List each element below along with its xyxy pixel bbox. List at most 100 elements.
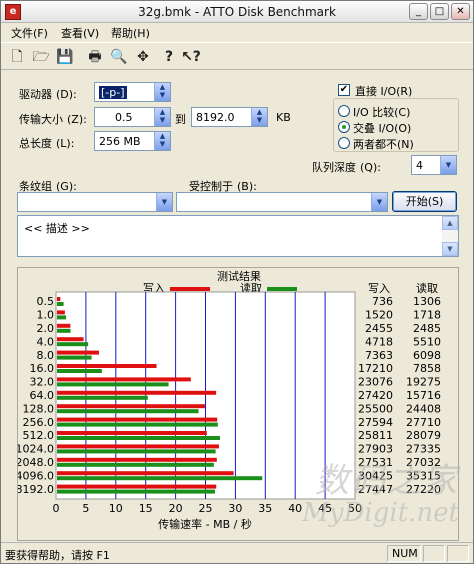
scroll-up-icon[interactable]: ▲ <box>442 216 458 230</box>
read-bar <box>57 328 71 333</box>
drive-label: 驱动器 (D): <box>19 88 77 101</box>
write-value-label: 736 <box>372 295 393 308</box>
x-tick-label: 5 <box>82 502 89 515</box>
y-tick-label: 4.0 <box>37 335 55 348</box>
y-tick-label: 8.0 <box>37 349 55 362</box>
chevron-down-icon[interactable]: ▼ <box>440 156 456 174</box>
toolbar: 🗋 🗁 💾 🖶 🔍 ✥ ? ↖? <box>1 42 473 70</box>
write-value-label: 25500 <box>358 402 393 415</box>
status-cell-2 <box>423 545 445 562</box>
window-title: 32g.bmk - ATTO Disk Benchmark <box>138 5 336 19</box>
write-value-label: 17210 <box>358 362 393 375</box>
write-value-label: 27420 <box>358 389 393 402</box>
transfer-to-value: 8192.0 <box>196 111 235 124</box>
chevron-down-icon[interactable]: ▼ <box>156 193 172 211</box>
x-tick-label: 40 <box>288 502 302 515</box>
transfer-from-select[interactable]: 0.5 ▲ ▼ <box>94 107 171 127</box>
direct-io-checkbox[interactable]: ✔ <box>338 84 350 96</box>
stripe-group-select[interactable]: ▼ <box>17 192 173 212</box>
read-bar <box>57 302 64 306</box>
menu-file[interactable]: 文件(F) <box>11 25 48 41</box>
read-value-label: 2485 <box>413 322 441 335</box>
read-bar <box>57 476 263 481</box>
write-value-label: 1520 <box>365 309 393 322</box>
y-tick-label: 128.0 <box>23 402 55 415</box>
context-help-icon[interactable]: ↖? <box>181 47 201 67</box>
radio-overlapped-io[interactable] <box>338 121 350 133</box>
new-icon[interactable]: 🗋 <box>7 47 27 67</box>
x-tick-label: 10 <box>109 502 123 515</box>
maximize-icon[interactable]: □ <box>430 3 449 20</box>
total-length-select[interactable]: 256 MB ▲ ▼ <box>94 131 171 151</box>
description-textarea[interactable]: << 描述 >> ▲ ▼ <box>17 215 459 257</box>
print-preview-icon[interactable]: 🔍 <box>109 47 129 67</box>
read-value-label: 27335 <box>406 443 441 456</box>
description-text: << 描述 >> <box>24 222 90 235</box>
y-tick-label: 8192.0 <box>18 483 54 496</box>
read-value-label: 1718 <box>413 309 441 322</box>
save-icon[interactable]: 💾 <box>55 47 75 67</box>
write-bar <box>57 444 219 449</box>
direct-io-label: 直接 I/O(R) <box>355 85 413 98</box>
move-icon[interactable]: ✥ <box>133 47 153 67</box>
scroll-down-icon[interactable]: ▼ <box>442 242 458 256</box>
x-tick-label: 30 <box>228 502 242 515</box>
y-tick-label: 2048.0 <box>18 456 54 469</box>
write-value-label: 27903 <box>358 443 393 456</box>
description-scrollbar[interactable]: ▲ ▼ <box>442 216 458 256</box>
total-length-value: 256 MB <box>99 135 141 148</box>
spin-icon[interactable]: ▲ ▼ <box>154 108 170 126</box>
write-value-label: 4718 <box>365 335 393 348</box>
write-bar <box>57 484 217 489</box>
radio-neither[interactable] <box>338 137 350 149</box>
y-tick-label: 0.5 <box>37 295 55 308</box>
to-label: 到 <box>175 113 186 126</box>
write-bar <box>57 417 218 422</box>
drive-value: [-p-] <box>99 86 127 99</box>
write-bar <box>57 431 207 435</box>
y-tick-label: 32.0 <box>30 376 55 389</box>
minimize-icon[interactable]: _ <box>409 3 428 20</box>
controlled-by-select[interactable]: ▼ <box>176 192 388 212</box>
read-value-label: 28079 <box>406 429 441 442</box>
menu-help[interactable]: 帮助(H) <box>111 25 150 41</box>
chevron-down-icon[interactable]: ▼ <box>371 193 387 211</box>
read-value-label: 19275 <box>406 376 441 389</box>
x-tick-label: 15 <box>139 502 153 515</box>
drive-select[interactable]: [-p-] ▲ ▼ <box>94 82 171 102</box>
read-value-label: 5510 <box>413 335 441 348</box>
read-value-label: 15716 <box>406 389 441 402</box>
open-icon[interactable]: 🗁 <box>31 47 51 67</box>
y-tick-label: 16.0 <box>30 362 55 375</box>
close-icon[interactable]: ✕ <box>451 3 470 20</box>
y-tick-label: 4096.0 <box>18 469 54 482</box>
read-bar <box>57 422 218 427</box>
spin-icon[interactable]: ▲ ▼ <box>154 132 170 150</box>
start-button[interactable]: 开始(S) <box>392 191 457 212</box>
write-bar <box>57 390 217 395</box>
app-window: e 32g.bmk - ATTO Disk Benchmark _ □ ✕ 文件… <box>0 0 474 564</box>
menu-view[interactable]: 查看(V) <box>61 25 99 41</box>
y-tick-label: 64.0 <box>30 389 55 402</box>
y-tick-label: 256.0 <box>23 416 55 429</box>
x-tick-label: 35 <box>258 502 272 515</box>
y-tick-label: 1024.0 <box>18 443 54 456</box>
status-text: 要获得帮助，请按 F1 <box>5 549 110 562</box>
read-bar <box>57 369 102 373</box>
spin-icon[interactable]: ▲ ▼ <box>154 83 170 101</box>
col-read-header: 读取 <box>416 281 438 295</box>
spin-icon[interactable]: ▲ ▼ <box>251 108 267 126</box>
read-value-label: 6098 <box>413 349 441 362</box>
watermark-line1: 数码之家 <box>315 461 459 501</box>
write-value-label: 25811 <box>358 429 393 442</box>
queue-depth-select[interactable]: 4 ▼ <box>411 155 457 175</box>
write-bar <box>57 364 157 368</box>
read-bar <box>57 449 216 454</box>
transfer-to-select[interactable]: 8192.0 ▲ ▼ <box>191 107 268 127</box>
transfer-from-value: 0.5 <box>115 111 133 124</box>
write-bar <box>57 310 65 315</box>
print-icon[interactable]: 🖶 <box>85 47 105 67</box>
radio-io-compare[interactable] <box>338 105 350 117</box>
help-icon[interactable]: ? <box>159 47 179 67</box>
x-tick-label: 20 <box>169 502 183 515</box>
